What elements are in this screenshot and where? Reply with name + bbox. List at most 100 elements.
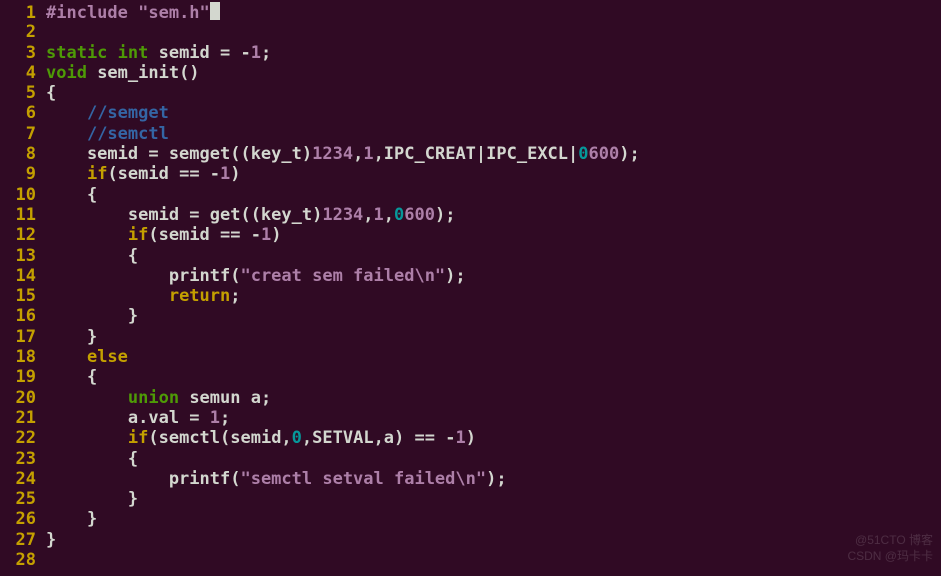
code-token: "sem.h"	[138, 3, 210, 23]
line-number: 17	[0, 327, 46, 347]
code-token	[46, 103, 87, 123]
code-token: ;	[261, 43, 271, 63]
line-number: 13	[0, 246, 46, 266]
code-token: void	[46, 63, 87, 83]
code-token: }	[46, 509, 97, 529]
code-token: 1234	[322, 205, 363, 225]
code-line: 1#include "sem.h"	[0, 2, 941, 22]
code-line: 23 {	[0, 449, 941, 469]
code-token: (semid == -	[148, 225, 261, 245]
code-token: }	[46, 489, 138, 509]
code-line: 7 //semctl	[0, 124, 941, 144]
line-number: 5	[0, 83, 46, 103]
line-number: 25	[0, 489, 46, 509]
code-token	[46, 286, 169, 306]
code-token: 1	[363, 144, 373, 164]
code-token: (semctl(semid,	[148, 428, 291, 448]
code-token: );	[486, 469, 506, 489]
line-number: 14	[0, 266, 46, 286]
code-token: (semid == -	[107, 164, 220, 184]
code-line: 6 //semget	[0, 103, 941, 123]
code-token: );	[435, 205, 455, 225]
code-token	[46, 164, 87, 184]
cursor	[210, 2, 220, 20]
code-line: 4void sem_init()	[0, 63, 941, 83]
code-token: semid = get((key_t)	[46, 205, 322, 225]
line-number: 3	[0, 43, 46, 63]
line-number: 8	[0, 144, 46, 164]
code-token: return	[169, 286, 230, 306]
code-token: 1	[374, 205, 384, 225]
line-number: 15	[0, 286, 46, 306]
line-number: 6	[0, 103, 46, 123]
code-token: )	[466, 428, 476, 448]
watermark-csdn: CSDN @玛卡卡	[847, 546, 933, 566]
code-token: if	[87, 164, 107, 184]
line-number: 23	[0, 449, 46, 469]
code-token: a.val =	[46, 408, 210, 428]
code-line: 18 else	[0, 347, 941, 367]
line-number: 11	[0, 205, 46, 225]
code-token: printf(	[46, 266, 240, 286]
code-token: {	[46, 185, 97, 205]
code-token	[46, 347, 87, 367]
code-line: 10 {	[0, 185, 941, 205]
code-token: 1	[220, 164, 230, 184]
code-token: //semget	[87, 103, 169, 123]
line-number: 19	[0, 367, 46, 387]
line-number: 7	[0, 124, 46, 144]
code-line: 25 }	[0, 489, 941, 509]
code-token: else	[87, 347, 128, 367]
line-number: 26	[0, 509, 46, 529]
code-token: ;	[220, 408, 230, 428]
code-line: 19 {	[0, 367, 941, 387]
code-line: 20 union semun a;	[0, 388, 941, 408]
code-token: semid = -	[148, 43, 250, 63]
code-token: }	[46, 327, 97, 347]
code-line: 9 if(semid == -1)	[0, 164, 941, 184]
code-token: {	[46, 367, 97, 387]
code-token: );	[619, 144, 639, 164]
line-number: 22	[0, 428, 46, 448]
code-token: 0	[578, 144, 588, 164]
code-token: 1234	[312, 144, 353, 164]
code-line: 11 semid = get((key_t)1234,1,0600);	[0, 205, 941, 225]
code-token: "semctl setval failed\n"	[240, 469, 486, 489]
code-token: semid = semget((key_t)	[46, 144, 312, 164]
code-token: if	[128, 428, 148, 448]
code-token: 600	[404, 205, 435, 225]
code-line: 21 a.val = 1;	[0, 408, 941, 428]
code-token: )	[271, 225, 281, 245]
line-number: 16	[0, 306, 46, 326]
code-token: 1	[455, 428, 465, 448]
code-token: 600	[589, 144, 620, 164]
code-token	[46, 124, 87, 144]
line-number: 12	[0, 225, 46, 245]
code-token: );	[445, 266, 465, 286]
code-token: if	[128, 225, 148, 245]
code-token	[46, 388, 128, 408]
line-number: 1	[0, 3, 46, 23]
code-line: 12 if(semid == -1)	[0, 225, 941, 245]
code-line: 16 }	[0, 306, 941, 326]
line-number: 27	[0, 530, 46, 550]
code-line: 14 printf("creat sem failed\n");	[0, 266, 941, 286]
code-line: 24 printf("semctl setval failed\n");	[0, 469, 941, 489]
code-token: "creat sem failed\n"	[240, 266, 445, 286]
code-token: //semctl	[87, 124, 169, 144]
line-number: 2	[0, 22, 46, 42]
line-number: 21	[0, 408, 46, 428]
code-token: )	[230, 164, 240, 184]
code-line: 22 if(semctl(semid,0,SETVAL,a) == -1)	[0, 428, 941, 448]
code-editor: 1#include "sem.h"23static int semid = -1…	[0, 2, 941, 570]
code-token: sem_init()	[87, 63, 200, 83]
code-line: 2	[0, 22, 941, 42]
line-number: 4	[0, 63, 46, 83]
code-token: 1	[261, 225, 271, 245]
code-token: printf(	[46, 469, 240, 489]
code-token: union	[128, 388, 179, 408]
code-token: semun a;	[179, 388, 271, 408]
code-line: 8 semid = semget((key_t)1234,1,IPC_CREAT…	[0, 144, 941, 164]
line-number: 9	[0, 164, 46, 184]
line-number: 18	[0, 347, 46, 367]
